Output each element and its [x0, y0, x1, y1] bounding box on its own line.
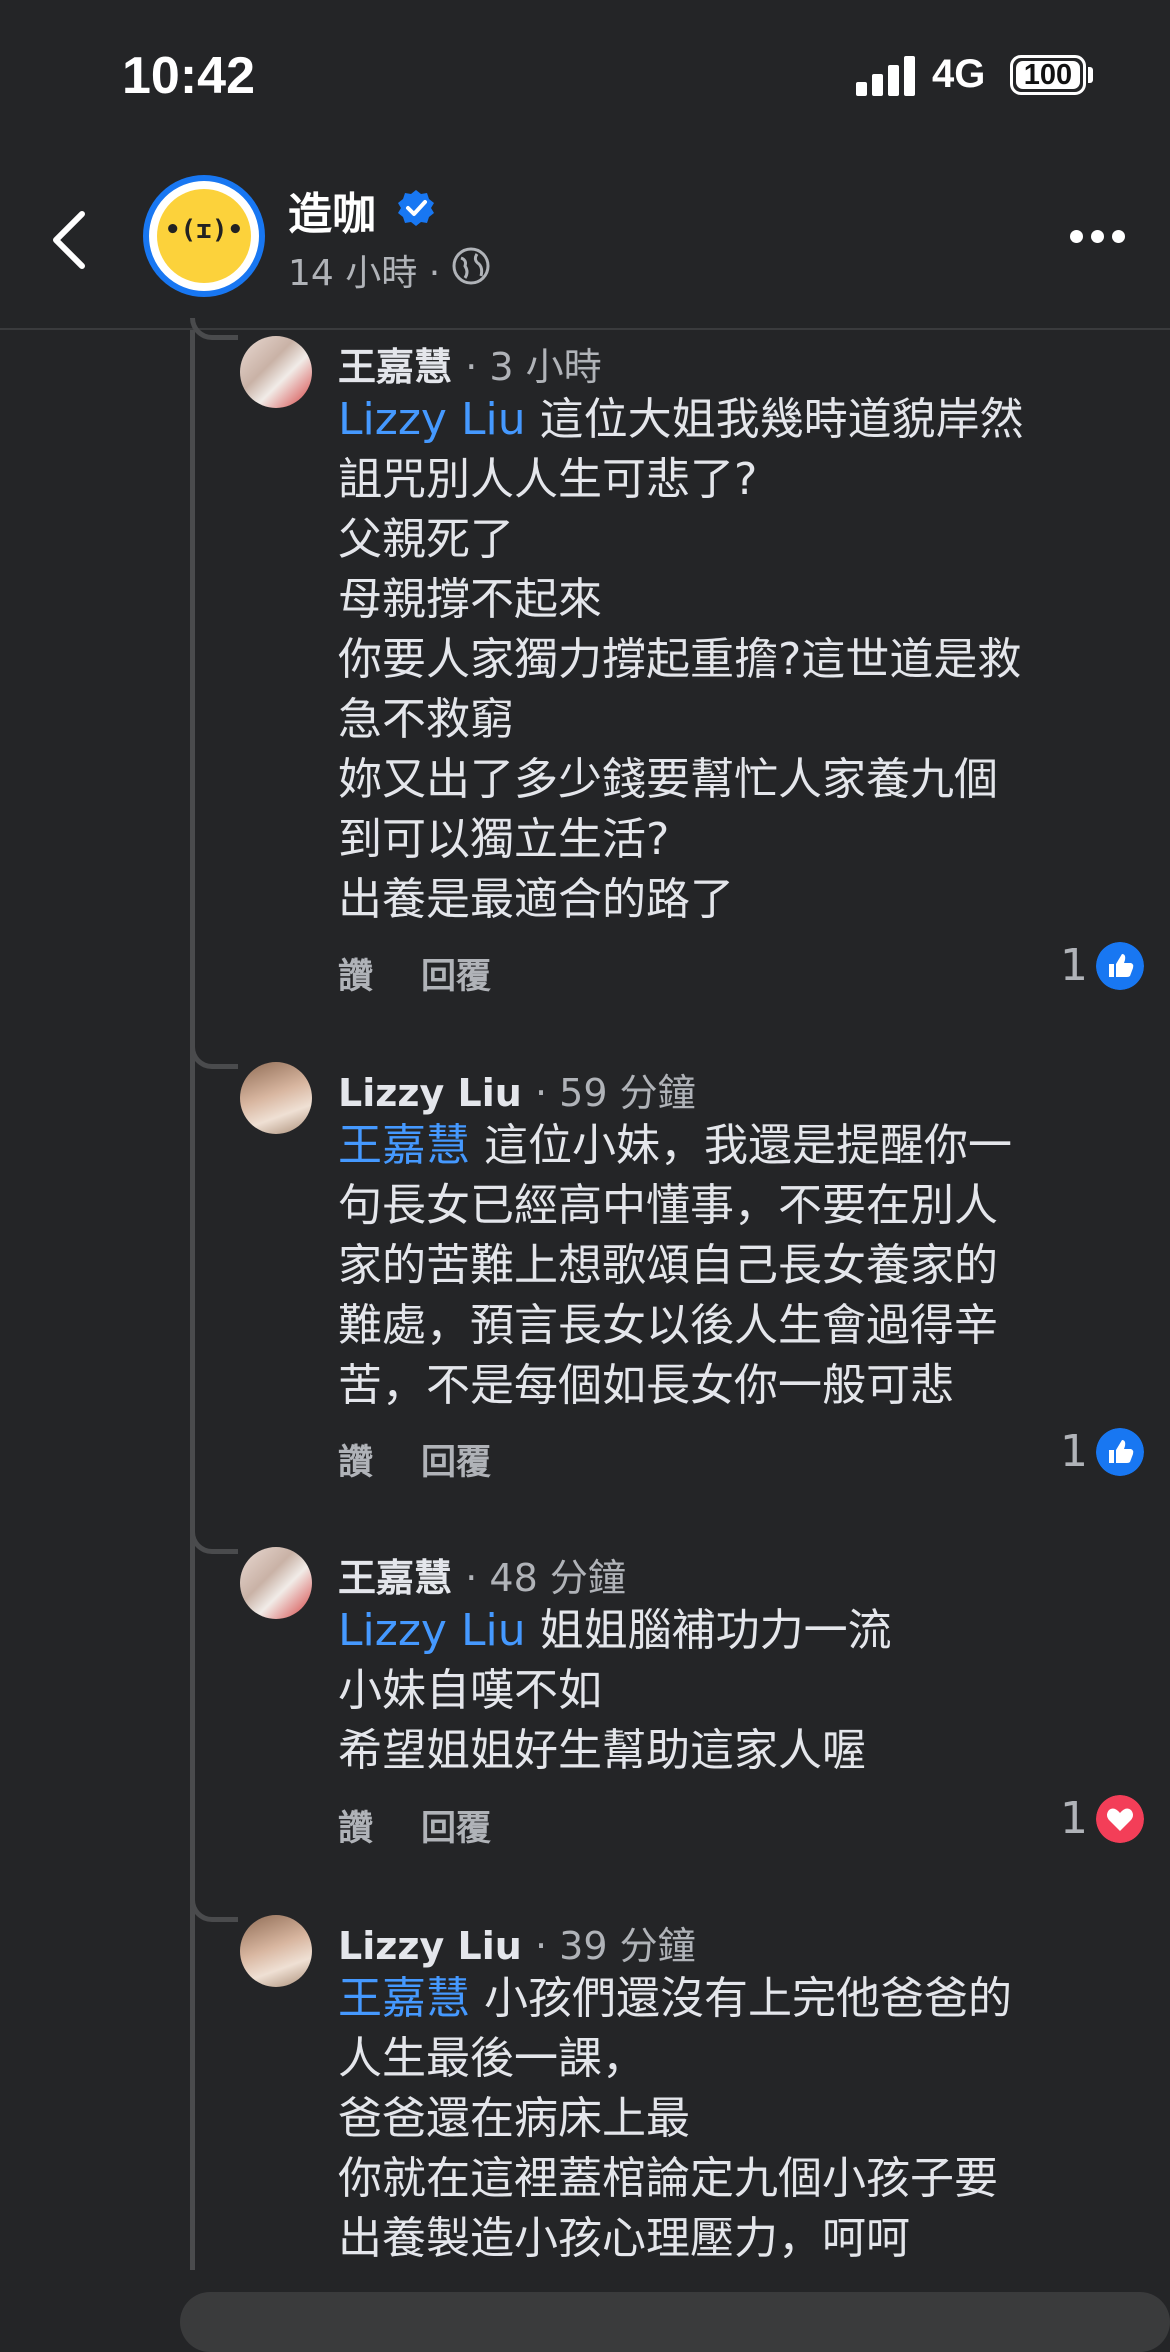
mention-link[interactable]: 王嘉慧	[338, 1120, 470, 1171]
avatar[interactable]	[240, 1547, 312, 1619]
comment-author[interactable]: 王嘉慧 · 3 小時	[338, 336, 602, 391]
reaction-count: 1	[1060, 940, 1088, 991]
post-header: •(ɪ)• 造咖 14 小時 ·	[0, 150, 1170, 330]
mention-link[interactable]: Lizzy Liu	[338, 1605, 526, 1656]
globe-icon	[452, 247, 490, 285]
more-options-button[interactable]	[1068, 220, 1128, 250]
thread-connector	[190, 1900, 238, 1922]
avatar[interactable]	[240, 1915, 312, 1987]
comment-time: · 39 分鐘	[535, 1924, 696, 1968]
comment-time: · 48 分鐘	[465, 1556, 626, 1600]
signal-icon	[856, 56, 916, 96]
reaction-count: 1	[1060, 1426, 1088, 1477]
reply-button[interactable]: 回覆	[421, 1443, 491, 1483]
reaction-count: 1	[1060, 1793, 1088, 1844]
thread-connector	[190, 318, 238, 340]
post-timestamp: 14 小時 ·	[288, 253, 441, 294]
status-bar: 10:42 4G 100	[0, 0, 1170, 150]
mention-link[interactable]: 王嘉慧	[338, 1973, 470, 2024]
heart-icon	[1096, 1795, 1144, 1843]
page-avatar[interactable]: •(ɪ)•	[143, 175, 265, 297]
battery-tip	[1088, 67, 1093, 83]
comment-body: Lizzy Liu 姐姐腦補功力一流 小妹自嘆不如 希望姐姐好生幫助這家人喔	[338, 1605, 892, 1776]
status-time: 10:42	[122, 47, 255, 105]
comment-body: 王嘉慧 這位小妹，我還是提醒你一 句長女已經高中懂事，不要在別人 家的苦難上想歌…	[338, 1120, 1012, 1411]
battery-icon: 100	[1010, 55, 1086, 95]
verified-badge-icon	[398, 190, 434, 226]
comment-time: · 59 分鐘	[535, 1071, 696, 1115]
comment-time: · 3 小時	[465, 345, 602, 389]
comment-body: Lizzy Liu 這位大姐我幾時道貌岸然 詛咒別人人生可悲了? 父親死了 母親…	[338, 394, 1024, 925]
comment-author[interactable]: Lizzy Liu · 59 分鐘	[338, 1062, 696, 1117]
comment-author[interactable]: 王嘉慧 · 48 分鐘	[338, 1547, 626, 1602]
like-button[interactable]: 讚	[338, 957, 373, 997]
mention-link[interactable]: Lizzy Liu	[338, 394, 526, 445]
comment-actions: 讚 回覆	[338, 1800, 539, 1851]
page-logo: •(ɪ)•	[157, 189, 251, 283]
reply-button[interactable]: 回覆	[421, 957, 491, 997]
reply-button[interactable]: 回覆	[421, 1809, 491, 1849]
comment-actions: 讚 回覆	[338, 948, 539, 999]
thread-line	[190, 330, 195, 2270]
thread-connector	[190, 1047, 238, 1069]
thread-connector	[190, 1532, 238, 1554]
comment-composer[interactable]	[180, 2292, 1170, 2352]
like-button[interactable]: 讚	[338, 1443, 373, 1483]
avatar[interactable]	[240, 1062, 312, 1134]
chevron-left-icon	[53, 211, 85, 269]
thumbs-up-icon	[1096, 942, 1144, 990]
avatar[interactable]	[240, 336, 312, 408]
battery-level: 100	[1016, 61, 1080, 90]
comment-actions: 讚 回覆	[338, 1434, 539, 1485]
thumbs-up-icon	[1096, 1428, 1144, 1476]
page-name[interactable]: 造咖	[288, 178, 376, 242]
comment-author[interactable]: Lizzy Liu · 39 分鐘	[338, 1915, 696, 1970]
network-type: 4G	[932, 52, 986, 96]
back-button[interactable]	[40, 200, 100, 280]
comment-body: 王嘉慧 小孩們還沒有上完他爸爸的 人生最後一課， 爸爸還在病床上最 你就在這裡蓋…	[338, 1973, 1012, 2264]
like-button[interactable]: 讚	[338, 1809, 373, 1849]
